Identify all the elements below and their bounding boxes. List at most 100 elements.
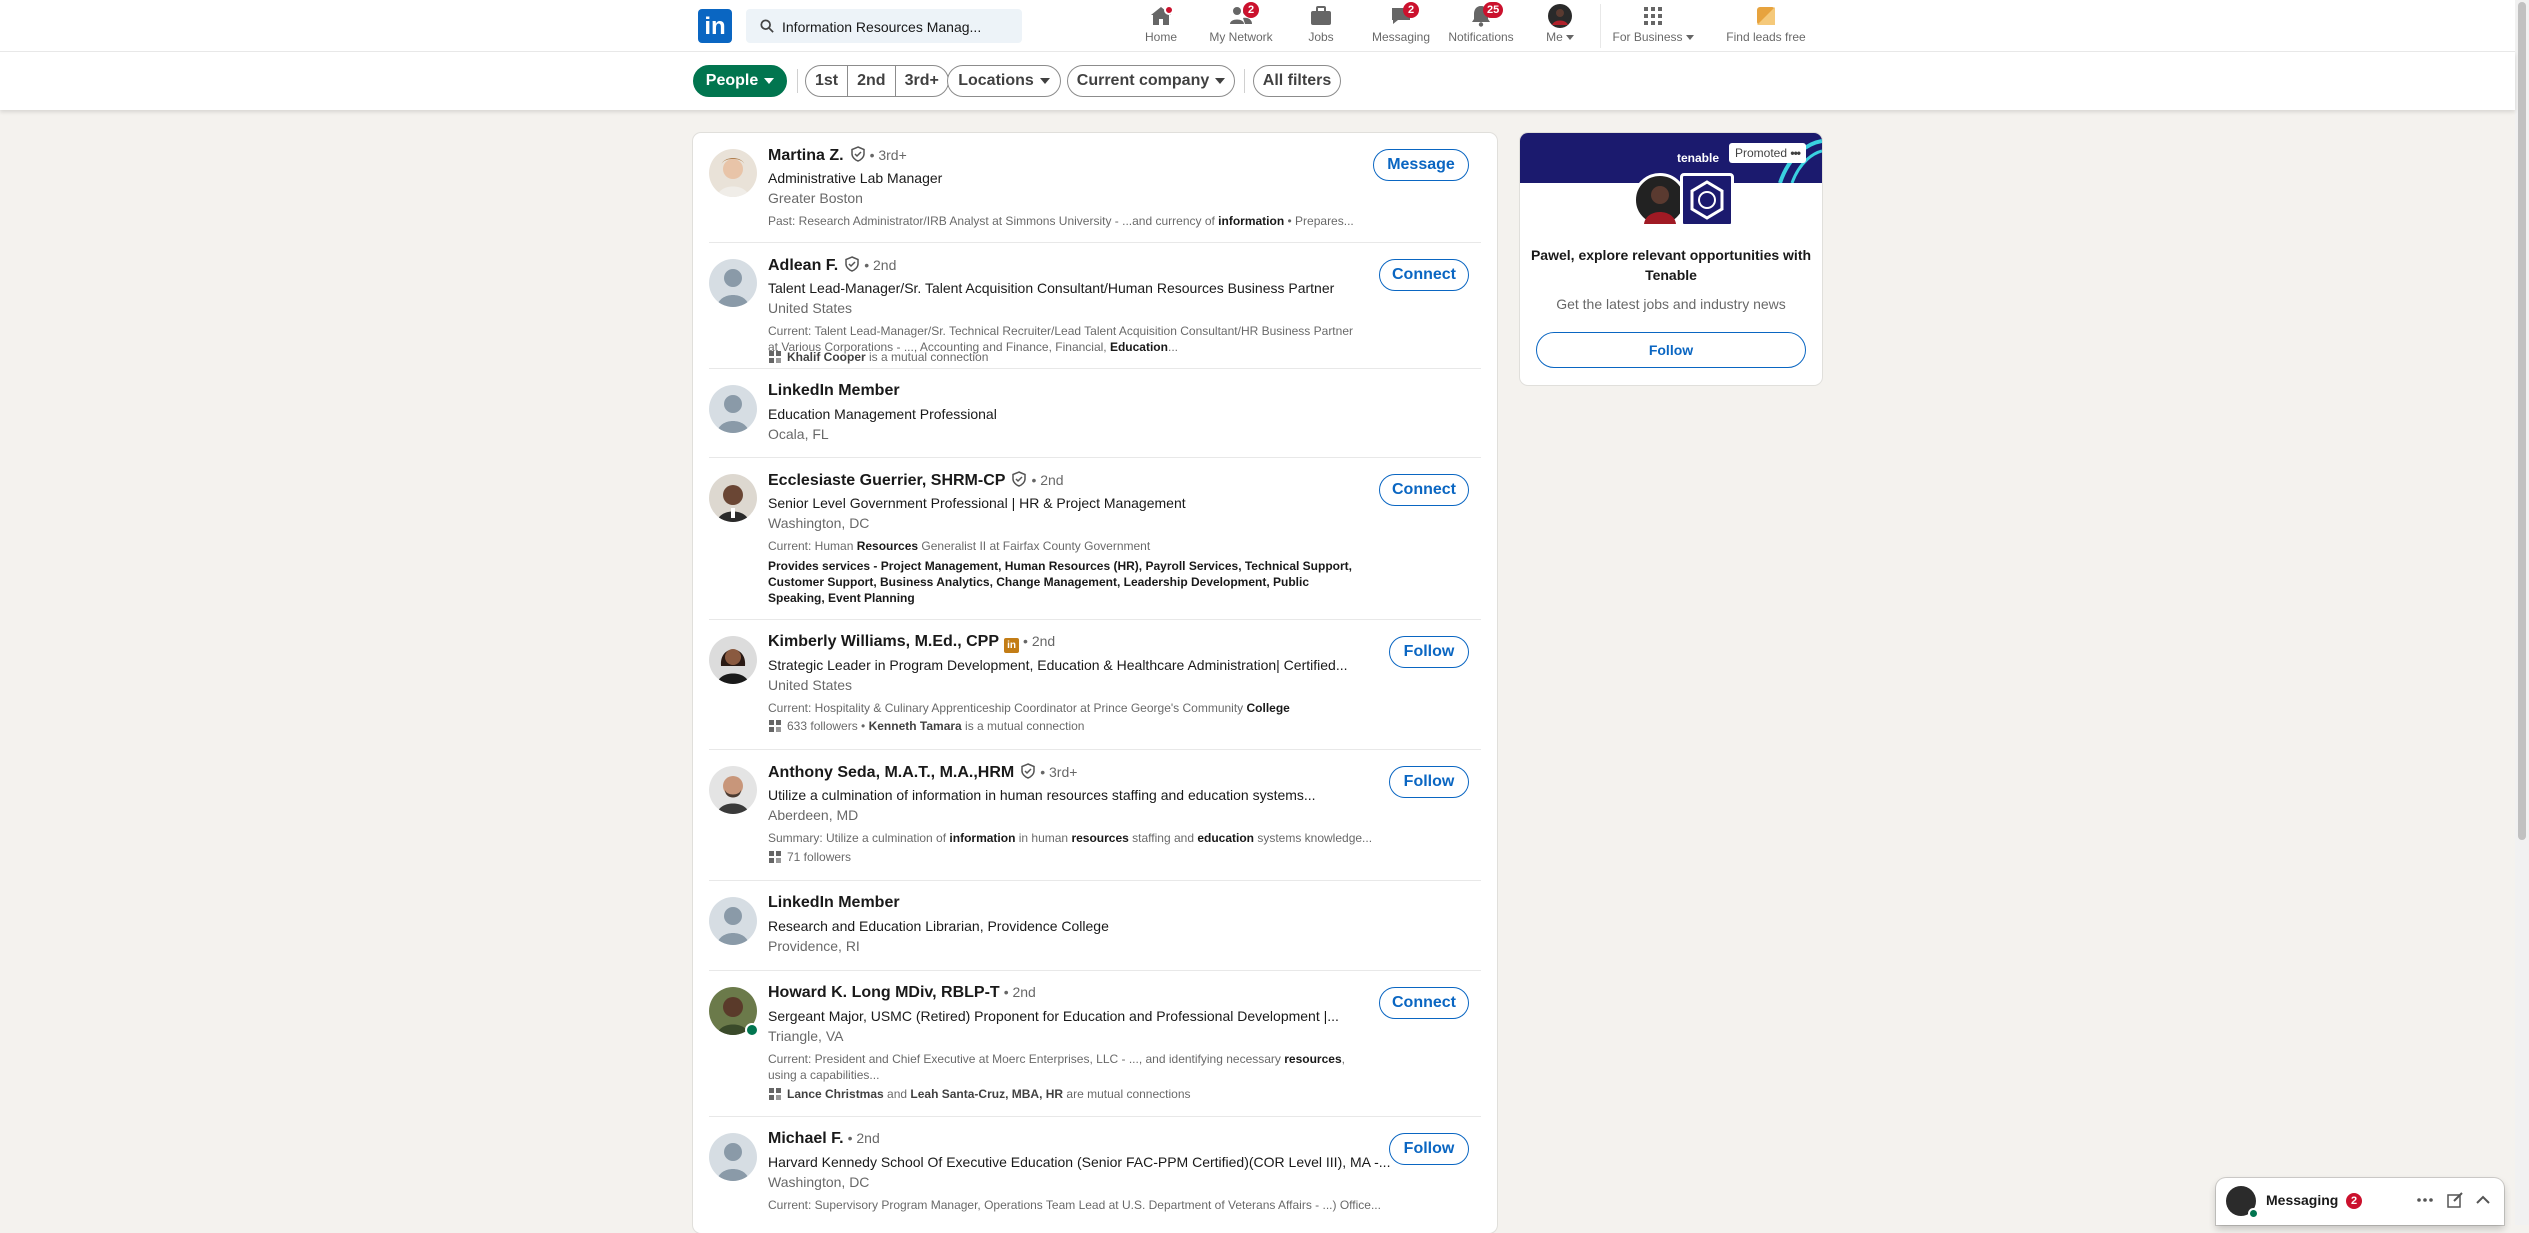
chevron-down-icon <box>1039 77 1050 84</box>
connect-button[interactable]: Connect <box>1379 259 1469 291</box>
connection-degree: • 3rd+ <box>869 147 907 163</box>
compose-icon[interactable] <box>2446 1191 2464 1209</box>
chevron-up-icon[interactable] <box>2474 1191 2492 1209</box>
result-name[interactable]: Adlean F. • 2nd <box>768 256 896 275</box>
mutual-connection-name[interactable]: Kenneth Tamara <box>869 719 962 733</box>
profile-photo[interactable] <box>709 766 757 814</box>
mutual-connection-name[interactable]: Lance Christmas <box>787 1087 884 1101</box>
mutual-connection-name[interactable]: Khalif Cooper <box>787 350 866 364</box>
message-button[interactable]: Message <box>1373 149 1469 181</box>
tenable-logo <box>1680 173 1734 227</box>
connection-degree-filter: 1st 2nd 3rd+ <box>805 65 949 97</box>
all-filters-button[interactable]: All filters <box>1253 65 1341 97</box>
nav-divider <box>1600 4 1601 48</box>
result-name[interactable]: Ecclesiaste Guerrier, SHRM-CP • 2nd <box>768 471 1064 490</box>
nav-for-business[interactable]: For Business <box>1612 4 1694 48</box>
nav-notifications[interactable]: 25 Notifications <box>1446 2 1516 48</box>
result-headline: Harvard Kennedy School Of Executive Educ… <box>768 1154 1391 1170</box>
summary-highlight: resources <box>1071 831 1129 845</box>
scrollbar-thumb[interactable] <box>2518 2 2526 840</box>
nav-home[interactable]: Home <box>1140 4 1182 48</box>
page-scrollbar[interactable] <box>2515 0 2529 1225</box>
profile-photo[interactable] <box>709 149 757 197</box>
nav-me[interactable]: Me <box>1542 4 1578 48</box>
summary-text: Past: Research Administrator/IRB Analyst… <box>768 214 1219 228</box>
insight-text: is a mutual connection <box>961 719 1085 733</box>
summary-text: Generalist II at Fairfax County Governme… <box>918 539 1151 553</box>
profile-photo-placeholder[interactable] <box>709 259 757 307</box>
chevron-down-icon <box>1565 35 1574 41</box>
result-summary: Current: President and Chief Executive a… <box>768 1051 1360 1083</box>
result-name-text: Michael F. <box>768 1130 844 1147</box>
briefcase-icon <box>1309 4 1333 28</box>
connection-degree: • 3rd+ <box>1040 764 1078 780</box>
followers-and-mutual: 633 followers • Kenneth Tamara is a mutu… <box>768 719 1084 733</box>
mutual-connections: Khalif Cooper is a mutual connection <box>768 350 988 364</box>
follow-button[interactable]: Follow <box>1389 636 1469 668</box>
summary-text: Current: President and Chief Executive a… <box>768 1052 1285 1066</box>
viewer-avatar <box>1633 173 1687 227</box>
nav-jobs[interactable]: Jobs <box>1306 4 1336 48</box>
nav-messaging[interactable]: 2 Messaging <box>1370 2 1432 48</box>
ad-subtext: Get the latest jobs and industry news <box>1556 296 1786 312</box>
people-icon <box>769 351 781 363</box>
connection-degree: • 2nd <box>1031 472 1064 488</box>
nav-find-leads[interactable]: Find leads free <box>1724 4 1808 48</box>
chevron-down-icon <box>1215 77 1226 84</box>
more-options-icon[interactable] <box>2416 1191 2434 1209</box>
profile-photo[interactable] <box>709 474 757 522</box>
result-name: LinkedIn Member <box>768 894 900 911</box>
result-name[interactable]: Martina Z. • 3rd+ <box>768 146 907 165</box>
people-filter-button[interactable]: People <box>693 65 787 97</box>
result-name[interactable]: Michael F. • 2nd <box>768 1130 880 1148</box>
more-options-icon[interactable]: ••• <box>1790 146 1801 160</box>
follow-button[interactable]: Follow <box>1389 1133 1469 1165</box>
verified-icon <box>850 146 865 162</box>
ad-follow-button[interactable]: Follow <box>1536 332 1806 368</box>
messaging-overlay[interactable]: Messaging 2 <box>2216 1178 2504 1225</box>
result-headline: Utilize a culmination of information in … <box>768 787 1316 803</box>
result-name: LinkedIn Member <box>768 382 900 399</box>
search-results-list: Martina Z. • 3rd+ Administrative Lab Mana… <box>693 133 1497 1233</box>
nav-home-label: Home <box>1144 30 1177 44</box>
connect-button[interactable]: Connect <box>1379 987 1469 1019</box>
connect-button[interactable]: Connect <box>1379 474 1469 506</box>
services-text: Provides services - Project Management, … <box>768 559 1352 605</box>
result-location: United States <box>768 677 853 693</box>
search-input[interactable]: Information Resources Manag... <box>746 9 1022 43</box>
profile-photo[interactable] <box>709 636 757 684</box>
result-row: LinkedIn Member Research and Education L… <box>709 881 1481 971</box>
summary-text: in human <box>1015 831 1072 845</box>
result-name[interactable]: Howard K. Long MDiv, RBLP-T • 2nd <box>768 984 1036 1002</box>
nav-for-business-text: For Business <box>1612 30 1683 44</box>
home-icon <box>1149 4 1174 28</box>
summary-highlight: Education <box>1109 340 1168 354</box>
filter-3rd[interactable]: 3rd+ <box>896 66 948 96</box>
linkedin-logo[interactable]: in <box>698 9 732 43</box>
promoted-ad-card: tenable Promoted ••• Pawel, explore rele… <box>1520 133 1822 385</box>
nav-my-network[interactable]: 2 My Network <box>1206 2 1276 48</box>
locations-filter-button[interactable]: Locations <box>947 65 1061 97</box>
filter-1st[interactable]: 1st <box>806 66 849 96</box>
result-name-text: Kimberly Williams, M.Ed., CPP <box>768 633 1000 650</box>
result-location: Washington, DC <box>768 515 870 531</box>
result-headline: Talent Lead-Manager/Sr. Talent Acquisiti… <box>768 280 1335 296</box>
result-headline: Education Management Professional <box>768 406 997 422</box>
result-headline: Strategic Leader in Program Development,… <box>768 657 1348 673</box>
result-name[interactable]: Anthony Seda, M.A.T., M.A.,HRM • 3rd+ <box>768 763 1077 782</box>
people-icon <box>769 1088 781 1100</box>
follow-button[interactable]: Follow <box>1389 766 1469 798</box>
search-icon <box>760 19 774 33</box>
result-summary: Current: Supervisory Program Manager, Op… <box>768 1197 1381 1213</box>
profile-photo-placeholder <box>709 897 757 945</box>
result-name[interactable]: Kimberly Williams, M.Ed., CPP in • 2nd <box>768 633 1055 653</box>
filter-2nd[interactable]: 2nd <box>848 66 896 96</box>
current-company-filter-button[interactable]: Current company <box>1067 65 1235 97</box>
grid-icon <box>1641 4 1665 28</box>
mutual-connection-name[interactable]: Leah Santa-Cruz, MBA, HR <box>910 1087 1063 1101</box>
profile-photo-placeholder[interactable] <box>709 1133 757 1181</box>
current-company-filter-label: Current company <box>1076 72 1210 89</box>
messaging-icon: 2 <box>1389 2 1419 28</box>
summary-text: staffing and <box>1128 831 1198 845</box>
messaging-title: Messaging <box>2266 1192 2339 1208</box>
